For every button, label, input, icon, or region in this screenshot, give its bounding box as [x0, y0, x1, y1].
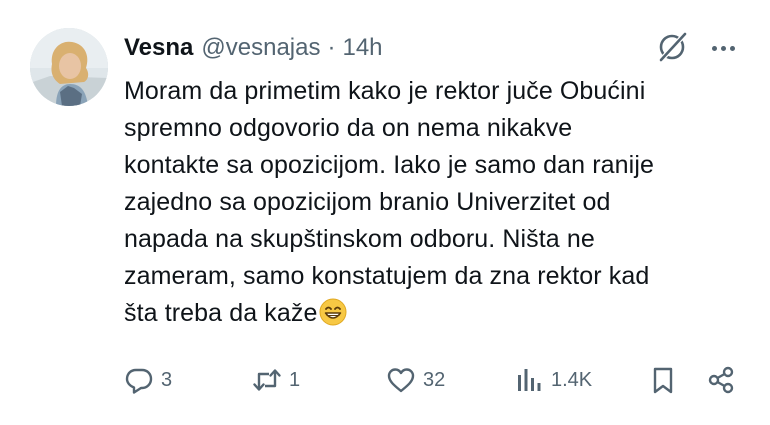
grinning-face-emoji-icon [319, 298, 347, 326]
more-dot [720, 45, 726, 51]
tweet-text-line: zajedno sa opozicijom branio Univerzitet… [124, 188, 611, 216]
tweet-text: Moram da primetim kako je rektor juče Ob… [124, 73, 744, 332]
tweet-text-line: Moram da primetim kako je rektor juče Ob… [124, 77, 646, 105]
author-handle[interactable]: @vesnajas [201, 34, 320, 62]
repost-icon [252, 365, 282, 395]
like-count: 32 [423, 368, 446, 391]
timestamp[interactable]: 14h [342, 34, 382, 62]
more-dot [729, 45, 735, 51]
separator-dot: · [327, 34, 336, 61]
reply-count: 3 [161, 368, 173, 391]
repost-count: 1 [289, 368, 301, 391]
views-icon [514, 365, 544, 395]
bookmark-button[interactable] [648, 360, 678, 400]
views-count: 1.4K [551, 368, 593, 391]
repost-button[interactable]: 1 [252, 360, 300, 400]
share-icon [706, 365, 736, 395]
more-dot [711, 45, 717, 51]
share-button[interactable] [706, 360, 736, 400]
tweet: Vesna @vesnajas · 14h Moram da primetim … [0, 0, 770, 425]
tweet-header: Vesna @vesnajas · 14h [124, 32, 383, 64]
reply-button[interactable]: 3 [124, 360, 172, 400]
bookmark-icon [648, 365, 678, 395]
tweet-text-line: zameram, samo konstatujem da zna rektor … [124, 262, 650, 290]
tweet-text-line: kontakte sa opozicijom. Iako je samo dan… [124, 151, 654, 179]
tweet-text-line: spremno odgovorio da on nema nikakve [124, 114, 573, 142]
views-button[interactable]: 1.4K [514, 360, 592, 400]
author-display-name[interactable]: Vesna [124, 34, 193, 62]
tweet-text-line: napada na skupštinskom odboru. Ništa ne [124, 225, 595, 253]
avatar[interactable] [30, 28, 108, 106]
action-bar: 3 1 32 1.4K [0, 360, 770, 400]
more-icon[interactable] [706, 32, 740, 64]
reply-icon [124, 365, 154, 395]
tweet-text-last-line: šta treba da kaže [124, 295, 744, 332]
like-button[interactable]: 32 [386, 360, 445, 400]
heart-icon [386, 365, 416, 395]
grok-icon[interactable] [655, 30, 689, 64]
tweet-text-line: šta treba da kaže [124, 299, 318, 327]
